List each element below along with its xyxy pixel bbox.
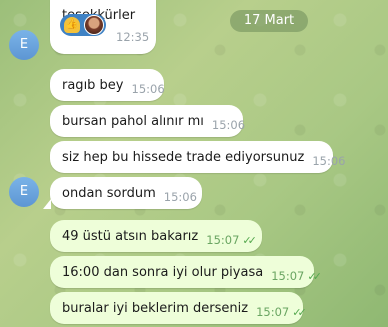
thumbs-up-reaction-icon: 👍 — [64, 17, 80, 33]
message-bubble[interactable]: ondan sordum 15:06 — [50, 177, 202, 209]
message-time: 15:07 — [256, 305, 290, 319]
read-checkmarks-icon: ✓✓ — [292, 305, 307, 319]
avatar[interactable]: E — [9, 30, 39, 60]
read-checkmarks-icon: ✓✓ — [242, 233, 257, 247]
message-bubble[interactable]: teşekkürler 👍 12:35 — [50, 0, 156, 54]
message-bubble-outgoing[interactable]: buralar iyi beklerim derseniz 15:07 ✓✓ — [50, 292, 307, 324]
message-text: siz hep bu hissede trade ediyorsunuz — [62, 149, 305, 165]
message-bubble[interactable]: siz hep bu hissede trade ediyorsunuz 15:… — [50, 141, 345, 173]
message-time: 15:06 — [211, 118, 246, 132]
message-time: 15:06 — [163, 190, 197, 204]
message-time: 15:07 — [271, 269, 305, 283]
bubble-tail — [43, 199, 51, 209]
message-bubble-outgoing[interactable]: 49 üstü atsın bakarız 15:07 ✓✓ — [50, 220, 262, 252]
message-time: 15:06 — [312, 154, 346, 168]
message-text: ondan sordum — [62, 185, 156, 201]
message-bubble[interactable]: ragıb bey 15:06 — [50, 69, 165, 101]
message-time: 15:06 — [131, 82, 165, 96]
date-chip: 17 Mart — [230, 10, 308, 32]
message-text: 49 üstü atsın bakarız — [62, 228, 199, 244]
reactions[interactable]: 👍 — [60, 14, 106, 36]
message-time: 15:07 — [206, 233, 240, 247]
reactor-avatar — [84, 15, 104, 35]
avatar[interactable]: E — [9, 177, 39, 207]
message-time: 12:35 — [116, 30, 150, 44]
message-text: ragıb bey — [62, 77, 124, 93]
read-checkmarks-icon: ✓✓ — [307, 269, 322, 283]
message-text: 16:00 dan sonra iyi olur piyasa — [62, 264, 264, 280]
message-text: buralar iyi beklerim derseniz — [62, 300, 249, 316]
message-bubble[interactable]: bursan pahol alınır mı 15:06 — [50, 105, 246, 137]
message-text: bursan pahol alınır mı — [62, 113, 204, 129]
message-bubble-outgoing[interactable]: 16:00 dan sonra iyi olur piyasa 15:07 ✓✓ — [50, 256, 322, 288]
